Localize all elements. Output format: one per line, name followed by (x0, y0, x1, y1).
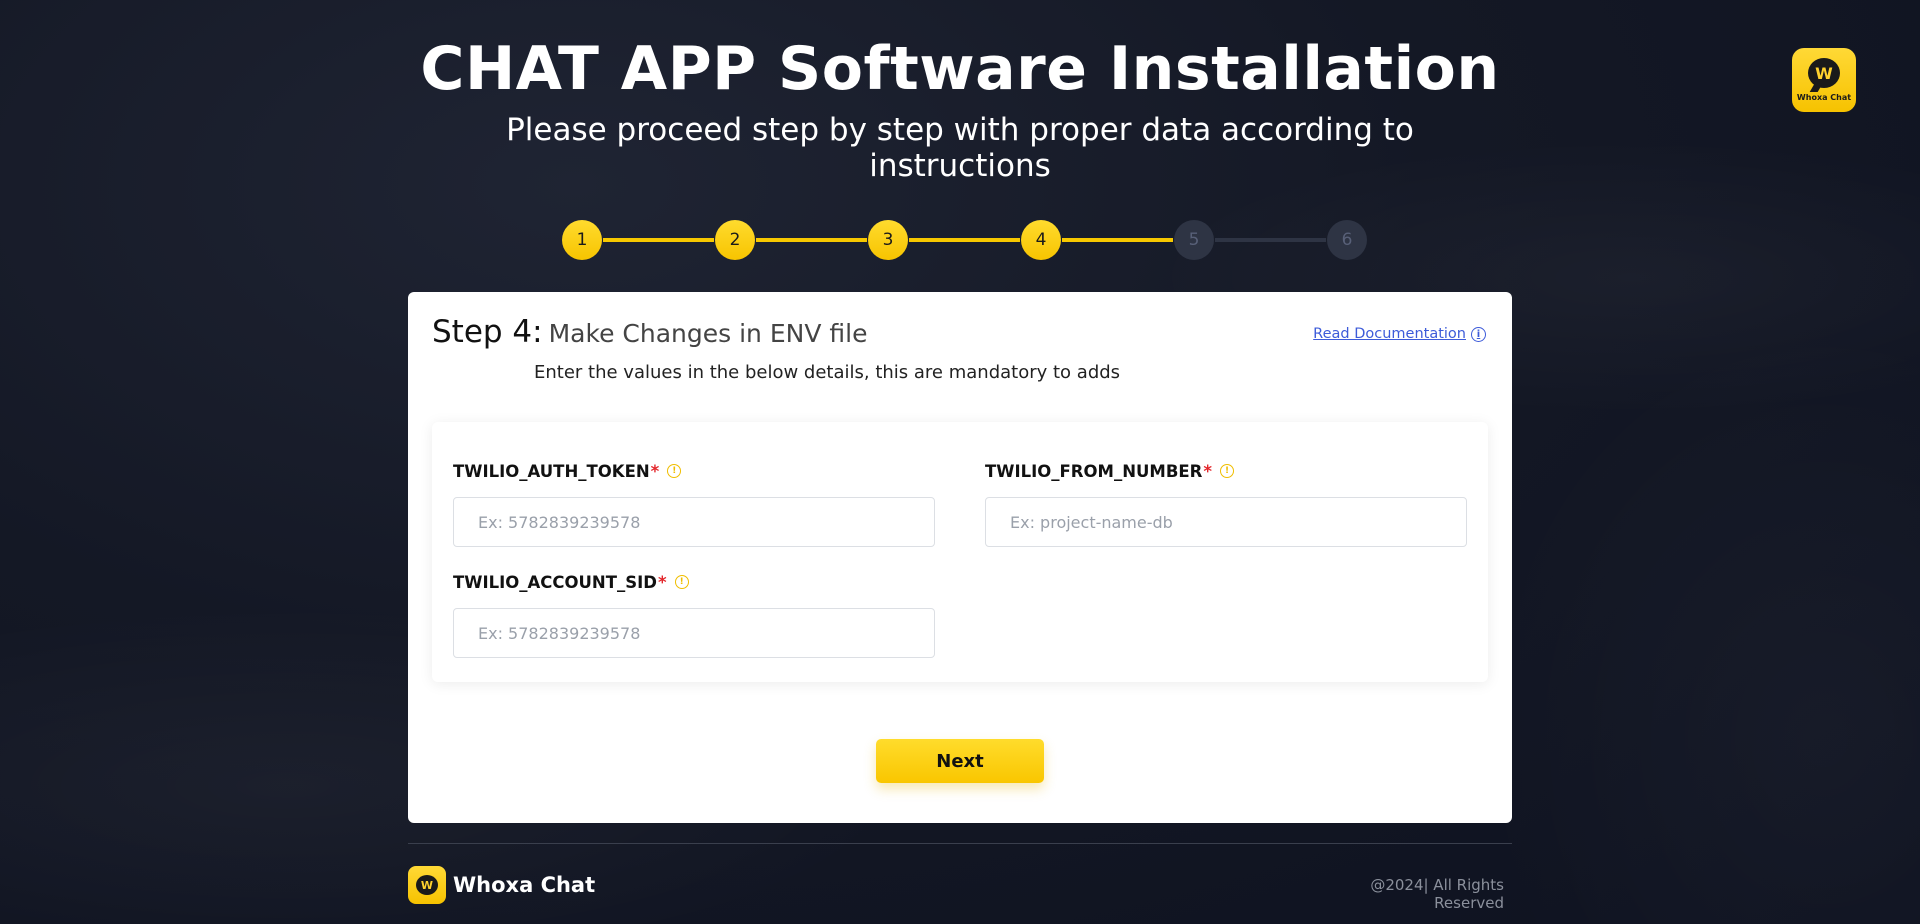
env-form: TWILIO_AUTH_TOKEN * ! TWILIO_FROM_NUMBER… (432, 422, 1488, 682)
footer-brand-name: Whoxa Chat (453, 873, 596, 897)
auth-token-label-text: TWILIO_AUTH_TOKEN (453, 461, 650, 481)
account-sid-label: TWILIO_ACCOUNT_SID * ! (453, 571, 935, 593)
hint-icon[interactable]: ! (667, 464, 682, 478)
footer-divider (408, 843, 1512, 844)
auth-token-label: TWILIO_AUTH_TOKEN * ! (453, 460, 935, 482)
step-connector (603, 238, 714, 242)
step-heading: Step 4: Make Changes in ENV file (432, 314, 867, 350)
hint-icon[interactable]: ! (1220, 464, 1235, 478)
step-circle: 2 (715, 220, 755, 260)
step-2: 2 (715, 220, 868, 260)
next-button[interactable]: Next (876, 739, 1044, 783)
copyright-text: @2024| All Rights Reserved (1370, 876, 1504, 912)
step-connector (1062, 238, 1173, 242)
page-header: CHAT APP Software Installation Please pr… (0, 32, 1920, 184)
from-number-field: TWILIO_FROM_NUMBER * ! (985, 460, 1467, 547)
step-4: 4 (1021, 220, 1174, 260)
step-connector (909, 238, 1020, 242)
hint-icon[interactable]: ! (674, 575, 689, 589)
from-number-label-text: TWILIO_FROM_NUMBER (985, 461, 1203, 481)
step-circle: 6 (1327, 220, 1367, 260)
step-6: 6 (1327, 220, 1367, 260)
doc-link-label: Read Documentation (1313, 326, 1466, 342)
chat-bubble-icon: W (416, 875, 438, 895)
read-documentation-link[interactable]: Read Documentation i (1313, 326, 1486, 342)
step-3: 3 (868, 220, 1021, 260)
account-sid-label-text: TWILIO_ACCOUNT_SID (453, 572, 657, 592)
step-connector (1215, 238, 1326, 242)
account-sid-input[interactable] (453, 608, 935, 658)
step-number: Step 4: (432, 314, 543, 350)
from-number-input[interactable] (985, 497, 1467, 547)
auth-token-field: TWILIO_AUTH_TOKEN * ! (453, 460, 935, 547)
page-title: CHAT APP Software Installation (420, 34, 1500, 104)
step-instruction: Enter the values in the below details, t… (534, 362, 1121, 383)
step-5: 5 (1174, 220, 1327, 260)
info-icon: i (1471, 326, 1486, 342)
logo-brand-text: Whoxa Chat (1796, 93, 1852, 102)
progress-stepper: 1 2 3 4 5 6 (562, 219, 1367, 261)
footer-logo: W (408, 866, 446, 904)
footer-brand: W Whoxa Chat (408, 866, 595, 904)
step-circle: 4 (1021, 220, 1061, 260)
step-circle: 5 (1174, 220, 1214, 260)
required-marker: * (1203, 461, 1213, 481)
step-circle: 1 (562, 220, 602, 260)
step-circle: 3 (868, 220, 908, 260)
app-logo: W Whoxa Chat (1792, 48, 1856, 112)
from-number-label: TWILIO_FROM_NUMBER * ! (985, 460, 1467, 482)
auth-token-input[interactable] (453, 497, 935, 547)
account-sid-field: TWILIO_ACCOUNT_SID * ! (453, 571, 935, 658)
step-1: 1 (562, 220, 715, 260)
required-marker: * (657, 572, 667, 592)
chat-bubble-icon: W (1808, 58, 1840, 88)
required-marker: * (650, 461, 660, 481)
installation-card: Step 4: Make Changes in ENV file Read Do… (408, 292, 1512, 823)
page-subtitle: Please proceed step by step with proper … (506, 112, 1414, 184)
step-name: Make Changes in ENV file (548, 319, 868, 348)
step-connector (756, 238, 867, 242)
